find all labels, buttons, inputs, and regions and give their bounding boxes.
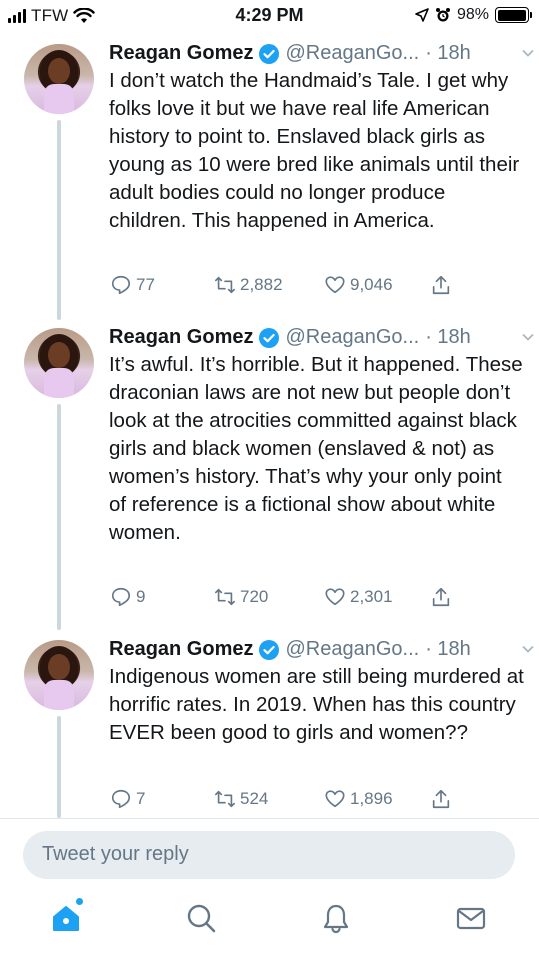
tab-notifications[interactable]	[320, 902, 360, 942]
share-icon	[432, 789, 450, 809]
like-count: 1,896	[350, 789, 393, 808]
tab-bar	[0, 890, 539, 960]
retweet-icon	[215, 276, 235, 294]
location-arrow-icon	[415, 8, 429, 22]
heart-icon	[325, 790, 345, 808]
chevron-down-icon[interactable]	[521, 330, 535, 344]
tweet-text: It’s awful. It’s horrible. But it happen…	[109, 353, 523, 544]
retweet-button[interactable]: 524	[214, 788, 268, 810]
chevron-down-icon[interactable]	[521, 46, 535, 60]
reply-count: 9	[136, 587, 146, 606]
tweet-actions: 77 2,882 9,046	[110, 274, 470, 298]
tweet-text: I don’t watch the Handmaid’s Tale. I get…	[109, 69, 520, 232]
avatar[interactable]	[24, 44, 94, 114]
author-handle[interactable]: @ReaganGo...	[285, 326, 419, 349]
search-icon	[187, 904, 216, 933]
status-right: 98%	[415, 6, 532, 24]
battery-icon	[495, 7, 532, 23]
tweet[interactable]: Reagan Gomez @ReaganGo... · 18h Indigeno…	[0, 638, 539, 818]
like-count: 2,301	[350, 587, 393, 606]
tweet-header: Reagan Gomez @ReaganGo... · 18h	[109, 42, 521, 65]
like-button[interactable]: 9,046	[324, 274, 393, 296]
retweet-button[interactable]: 2,882	[214, 274, 283, 296]
tweet-actions: 7 524 1,896	[110, 788, 470, 812]
share-button[interactable]	[430, 788, 452, 810]
like-button[interactable]: 1,896	[324, 788, 393, 810]
notification-dot	[76, 898, 83, 905]
share-button[interactable]	[430, 586, 452, 608]
thread-line	[57, 404, 61, 630]
tab-search[interactable]	[185, 902, 225, 942]
retweet-count: 2,882	[240, 275, 283, 294]
retweet-icon	[215, 588, 235, 606]
reply-count: 7	[136, 789, 146, 808]
verified-badge-icon	[259, 639, 280, 660]
verified-badge-icon	[259, 327, 280, 348]
share-icon	[432, 275, 450, 295]
reply-icon	[111, 789, 131, 809]
tweet-time: · 18h	[425, 638, 471, 660]
reply-bar: Tweet your reply	[0, 818, 539, 890]
author-name[interactable]: Reagan Gomez	[109, 326, 253, 349]
reply-icon	[111, 587, 131, 607]
reply-placeholder: Tweet your reply	[42, 843, 189, 865]
alarm-icon	[435, 8, 450, 22]
like-count: 9,046	[350, 275, 393, 294]
thread-line	[57, 716, 61, 818]
reply-button[interactable]: 9	[110, 586, 145, 608]
status-bar: TFW 4:29 PM 98%	[0, 0, 539, 32]
tab-home[interactable]	[50, 898, 90, 942]
tweet-time: · 18h	[425, 42, 471, 64]
heart-icon	[325, 276, 345, 294]
avatar[interactable]	[24, 640, 94, 710]
retweet-count: 524	[240, 789, 269, 808]
reply-icon	[111, 275, 131, 295]
author-name[interactable]: Reagan Gomez	[109, 638, 253, 661]
chevron-down-icon[interactable]	[521, 642, 535, 656]
heart-icon	[325, 588, 345, 606]
tweet-header: Reagan Gomez @ReaganGo... · 18h	[109, 326, 521, 349]
thread-line	[57, 120, 61, 320]
reply-input[interactable]: Tweet your reply	[23, 831, 515, 879]
tab-messages[interactable]	[455, 902, 495, 942]
like-button[interactable]: 2,301	[324, 586, 393, 608]
avatar[interactable]	[24, 328, 94, 398]
battery-percent: 98%	[456, 6, 489, 23]
share-button[interactable]	[430, 274, 452, 296]
messages-icon	[456, 907, 486, 930]
author-name[interactable]: Reagan Gomez	[109, 42, 253, 65]
reply-button[interactable]: 7	[110, 788, 145, 810]
retweet-icon	[215, 790, 235, 808]
tweet[interactable]: Reagan Gomez @ReaganGo... · 18h It’s awf…	[0, 326, 539, 630]
retweet-button[interactable]: 720	[214, 586, 268, 608]
tweet-actions: 9 720 2,301	[110, 586, 470, 610]
retweet-count: 720	[240, 587, 269, 606]
verified-badge-icon	[259, 43, 280, 64]
tweet-header: Reagan Gomez @ReaganGo... · 18h	[109, 638, 521, 661]
author-handle[interactable]: @ReaganGo...	[285, 638, 419, 661]
tweet-time: · 18h	[425, 326, 471, 348]
tweet[interactable]: Reagan Gomez @ReaganGo... · 18h I don’t …	[0, 42, 539, 320]
author-handle[interactable]: @ReaganGo...	[285, 42, 419, 65]
reply-count: 77	[136, 275, 155, 294]
home-icon	[53, 906, 79, 931]
reply-button[interactable]: 77	[110, 274, 155, 296]
tweet-text: Indigenous women are still being murdere…	[109, 665, 524, 744]
share-icon	[432, 587, 450, 607]
notifications-icon	[323, 904, 349, 934]
